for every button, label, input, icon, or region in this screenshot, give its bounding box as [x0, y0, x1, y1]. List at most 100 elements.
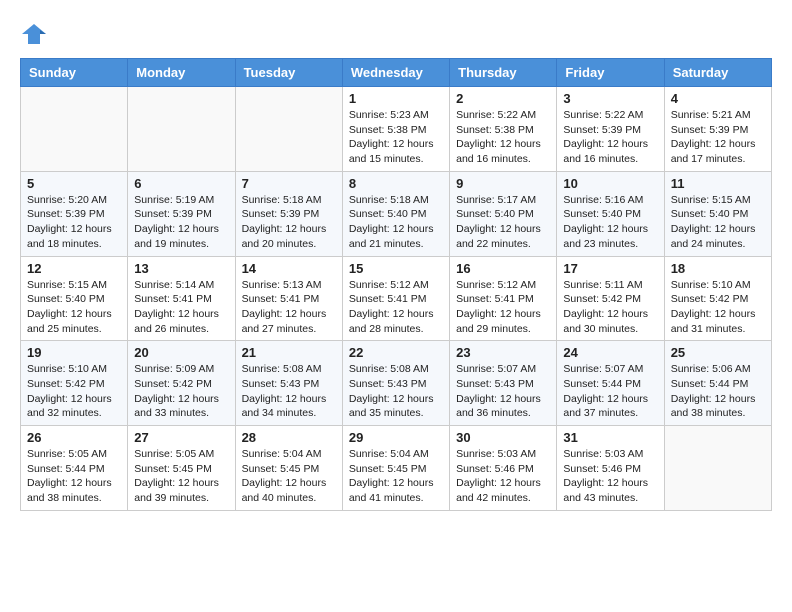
day-number: 30: [456, 430, 550, 445]
calendar-cell: 29Sunrise: 5:04 AM Sunset: 5:45 PM Dayli…: [342, 426, 449, 511]
day-info: Sunrise: 5:14 AM Sunset: 5:41 PM Dayligh…: [134, 278, 228, 337]
calendar-cell: 20 Sunrise: 5:09 AM Sunset: 5:42 PM Dayli…: [128, 341, 235, 426]
day-number: 28: [242, 430, 336, 445]
day-info: Sunrise: 5:07 AM Sunset: 5:43 PM Dayligh…: [456, 362, 550, 421]
day-number: 10: [563, 176, 657, 191]
calendar-cell: 1 Sunrise: 5:23 AM Sunset: 5:38 PM Daylig…: [342, 87, 449, 172]
calendar-cell: 5Sunrise: 5:20 AM Sunset: 5:39 PM Daylig…: [21, 171, 128, 256]
calendar-cell: 30 Sunrise: 5:03 AM Sunset: 5:46 PM Dayli…: [450, 426, 557, 511]
calendar-cell: 19 Sunrise: 5:10 AM Sunset: 5:42 PM Dayli…: [21, 341, 128, 426]
calendar-week-2: 5Sunrise: 5:20 AM Sunset: 5:39 PM Daylig…: [21, 171, 772, 256]
page-header: [20, 20, 772, 48]
day-info: Sunrise: 5:23 AM Sunset: 5:38 PM Dayligh…: [349, 108, 443, 167]
logo-icon: [20, 20, 48, 48]
day-number: 22: [349, 345, 443, 360]
header-day-saturday: Saturday: [664, 59, 771, 87]
day-info: Sunrise: 5:07 AM Sunset: 5:44 PM Dayligh…: [563, 362, 657, 421]
calendar-cell: 24 Sunrise: 5:07 AM Sunset: 5:44 PM Dayli…: [557, 341, 664, 426]
calendar-cell: 23 Sunrise: 5:07 AM Sunset: 5:43 PM Dayli…: [450, 341, 557, 426]
day-number: 19: [27, 345, 121, 360]
day-info: Sunrise: 5:04 AM Sunset: 5:45 PM Dayligh…: [242, 447, 336, 506]
calendar-week-1: 1 Sunrise: 5:23 AM Sunset: 5:38 PM Daylig…: [21, 87, 772, 172]
day-info: Sunrise: 5:22 AM Sunset: 5:38 PM Dayligh…: [456, 108, 550, 167]
day-number: 21: [242, 345, 336, 360]
day-info: Sunrise: 5:03 AM Sunset: 5:46 PM Dayligh…: [563, 447, 657, 506]
day-number: 1: [349, 91, 443, 106]
day-number: 15: [349, 261, 443, 276]
calendar-cell: 6 Sunrise: 5:19 AM Sunset: 5:39 PM Daylig…: [128, 171, 235, 256]
header-day-tuesday: Tuesday: [235, 59, 342, 87]
day-info: Sunrise: 5:05 AM Sunset: 5:44 PM Dayligh…: [27, 447, 121, 506]
header-day-thursday: Thursday: [450, 59, 557, 87]
day-info: Sunrise: 5:06 AM Sunset: 5:44 PM Dayligh…: [671, 362, 765, 421]
day-info: Sunrise: 5:08 AM Sunset: 5:43 PM Dayligh…: [242, 362, 336, 421]
day-number: 3: [563, 91, 657, 106]
day-number: 12: [27, 261, 121, 276]
calendar-cell: 11 Sunrise: 5:15 AM Sunset: 5:40 PM Dayli…: [664, 171, 771, 256]
calendar-cell: 21 Sunrise: 5:08 AM Sunset: 5:43 PM Dayli…: [235, 341, 342, 426]
day-info: Sunrise: 5:17 AM Sunset: 5:40 PM Dayligh…: [456, 193, 550, 252]
day-info: Sunrise: 5:04 AM Sunset: 5:45 PM Dayligh…: [349, 447, 443, 506]
day-info: Sunrise: 5:12 AM Sunset: 5:41 PM Dayligh…: [349, 278, 443, 337]
calendar-cell: 2 Sunrise: 5:22 AM Sunset: 5:38 PM Daylig…: [450, 87, 557, 172]
day-info: Sunrise: 5:15 AM Sunset: 5:40 PM Dayligh…: [671, 193, 765, 252]
day-number: 11: [671, 176, 765, 191]
day-number: 27: [134, 430, 228, 445]
day-info: Sunrise: 5:13 AM Sunset: 5:41 PM Dayligh…: [242, 278, 336, 337]
calendar-header-row: SundayMondayTuesdayWednesdayThursdayFrid…: [21, 59, 772, 87]
day-number: 26: [27, 430, 121, 445]
day-number: 6: [134, 176, 228, 191]
calendar-cell: 31 Sunrise: 5:03 AM Sunset: 5:46 PM Dayli…: [557, 426, 664, 511]
day-info: Sunrise: 5:05 AM Sunset: 5:45 PM Dayligh…: [134, 447, 228, 506]
day-number: 24: [563, 345, 657, 360]
calendar-cell: 13Sunrise: 5:14 AM Sunset: 5:41 PM Dayli…: [128, 256, 235, 341]
calendar-cell: 7Sunrise: 5:18 AM Sunset: 5:39 PM Daylig…: [235, 171, 342, 256]
day-info: Sunrise: 5:15 AM Sunset: 5:40 PM Dayligh…: [27, 278, 121, 337]
day-info: Sunrise: 5:10 AM Sunset: 5:42 PM Dayligh…: [671, 278, 765, 337]
calendar-cell: 9 Sunrise: 5:17 AM Sunset: 5:40 PM Daylig…: [450, 171, 557, 256]
header-day-friday: Friday: [557, 59, 664, 87]
calendar-cell: 22Sunrise: 5:08 AM Sunset: 5:43 PM Dayli…: [342, 341, 449, 426]
day-info: Sunrise: 5:19 AM Sunset: 5:39 PM Dayligh…: [134, 193, 228, 252]
day-number: 31: [563, 430, 657, 445]
day-number: 14: [242, 261, 336, 276]
calendar-cell: 26 Sunrise: 5:05 AM Sunset: 5:44 PM Dayli…: [21, 426, 128, 511]
day-number: 9: [456, 176, 550, 191]
calendar-table: SundayMondayTuesdayWednesdayThursdayFrid…: [20, 58, 772, 511]
calendar-cell: 4 Sunrise: 5:21 AM Sunset: 5:39 PM Daylig…: [664, 87, 771, 172]
day-number: 4: [671, 91, 765, 106]
calendar-week-4: 19 Sunrise: 5:10 AM Sunset: 5:42 PM Dayli…: [21, 341, 772, 426]
calendar-cell: [21, 87, 128, 172]
day-info: Sunrise: 5:10 AM Sunset: 5:42 PM Dayligh…: [27, 362, 121, 421]
day-number: 18: [671, 261, 765, 276]
calendar-cell: 14 Sunrise: 5:13 AM Sunset: 5:41 PM Dayli…: [235, 256, 342, 341]
calendar-cell: 3 Sunrise: 5:22 AM Sunset: 5:39 PM Daylig…: [557, 87, 664, 172]
day-number: 5: [27, 176, 121, 191]
day-info: Sunrise: 5:21 AM Sunset: 5:39 PM Dayligh…: [671, 108, 765, 167]
day-number: 16: [456, 261, 550, 276]
calendar-cell: 28 Sunrise: 5:04 AM Sunset: 5:45 PM Dayli…: [235, 426, 342, 511]
day-info: Sunrise: 5:22 AM Sunset: 5:39 PM Dayligh…: [563, 108, 657, 167]
calendar-cell: [664, 426, 771, 511]
day-number: 2: [456, 91, 550, 106]
calendar-body: 1 Sunrise: 5:23 AM Sunset: 5:38 PM Daylig…: [21, 87, 772, 511]
calendar-cell: 17Sunrise: 5:11 AM Sunset: 5:42 PM Dayli…: [557, 256, 664, 341]
day-number: 23: [456, 345, 550, 360]
day-info: Sunrise: 5:03 AM Sunset: 5:46 PM Dayligh…: [456, 447, 550, 506]
day-number: 20: [134, 345, 228, 360]
calendar-cell: 10Sunrise: 5:16 AM Sunset: 5:40 PM Dayli…: [557, 171, 664, 256]
logo: [20, 20, 52, 48]
calendar-cell: 16 Sunrise: 5:12 AM Sunset: 5:41 PM Dayli…: [450, 256, 557, 341]
calendar-cell: [128, 87, 235, 172]
calendar-cell: 15 Sunrise: 5:12 AM Sunset: 5:41 PM Dayli…: [342, 256, 449, 341]
header-day-wednesday: Wednesday: [342, 59, 449, 87]
calendar-cell: 25 Sunrise: 5:06 AM Sunset: 5:44 PM Dayli…: [664, 341, 771, 426]
calendar-week-5: 26 Sunrise: 5:05 AM Sunset: 5:44 PM Dayli…: [21, 426, 772, 511]
day-info: Sunrise: 5:18 AM Sunset: 5:40 PM Dayligh…: [349, 193, 443, 252]
calendar-cell: 12 Sunrise: 5:15 AM Sunset: 5:40 PM Dayli…: [21, 256, 128, 341]
day-info: Sunrise: 5:09 AM Sunset: 5:42 PM Dayligh…: [134, 362, 228, 421]
day-info: Sunrise: 5:12 AM Sunset: 5:41 PM Dayligh…: [456, 278, 550, 337]
calendar-cell: [235, 87, 342, 172]
header-day-sunday: Sunday: [21, 59, 128, 87]
day-number: 25: [671, 345, 765, 360]
